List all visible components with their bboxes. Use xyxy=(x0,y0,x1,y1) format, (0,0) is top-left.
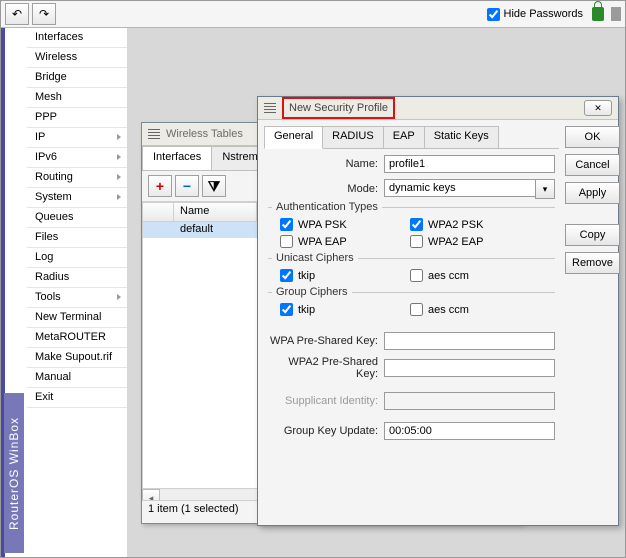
unicast-aes-checkbox[interactable]: aes ccm xyxy=(410,269,530,282)
dialog-content: General RADIUS EAP Static Keys Name: M xyxy=(264,126,559,520)
app-body: RouterOS WinBox InterfacesWirelessBridge… xyxy=(1,28,625,558)
menu-item-ipv6[interactable]: IPv6 xyxy=(27,148,127,168)
menu-item-radius[interactable]: Radius xyxy=(27,268,127,288)
auth-types-title: Authentication Types xyxy=(272,201,382,213)
col-name[interactable]: Name xyxy=(174,203,257,221)
tab-general[interactable]: General xyxy=(264,126,323,149)
tab-eap[interactable]: EAP xyxy=(383,126,425,148)
wpa-key-input[interactable] xyxy=(384,332,555,350)
status-box-icon xyxy=(611,7,621,21)
tab-interfaces[interactable]: Interfaces xyxy=(142,146,212,170)
group-title: Group Ciphers xyxy=(272,286,352,298)
dialog-button-column: OK Cancel Apply Copy Remove xyxy=(565,126,620,520)
security-profile-dialog: New Security Profile ✕ General RADIUS EA… xyxy=(257,96,619,526)
menu-item-metarouter[interactable]: MetaROUTER xyxy=(27,328,127,348)
mode-dropdown-button[interactable]: ▾ xyxy=(535,179,555,199)
wpa-eap-checkbox[interactable]: WPA EAP xyxy=(280,235,400,248)
apply-button[interactable]: Apply xyxy=(565,182,620,204)
dialog-title-highlight: New Security Profile xyxy=(282,97,395,119)
wpa-psk-checkbox[interactable]: WPA PSK xyxy=(280,218,400,231)
add-button[interactable]: + xyxy=(148,175,172,197)
mode-input[interactable] xyxy=(384,179,535,197)
hide-passwords-input[interactable] xyxy=(487,8,500,21)
menu-item-tools[interactable]: Tools xyxy=(27,288,127,308)
cancel-button[interactable]: Cancel xyxy=(565,154,620,176)
unicast-title: Unicast Ciphers xyxy=(272,252,358,264)
auth-types-group: Authentication Types WPA PSK WPA2 PSK WP… xyxy=(268,207,555,250)
name-input[interactable] xyxy=(384,155,555,173)
menu-item-interfaces[interactable]: Interfaces xyxy=(27,28,127,48)
window-icon xyxy=(148,129,160,139)
window-icon xyxy=(264,103,276,113)
dialog-titlebar[interactable]: New Security Profile ✕ xyxy=(258,97,618,120)
wpa2-psk-checkbox[interactable]: WPA2 PSK xyxy=(410,218,530,231)
tab-radius[interactable]: RADIUS xyxy=(322,126,384,148)
app-title-vertical: RouterOS WinBox xyxy=(4,393,24,553)
hide-passwords-checkbox[interactable]: Hide Passwords xyxy=(487,8,583,21)
menu-item-routing[interactable]: Routing xyxy=(27,168,127,188)
menu-item-mesh[interactable]: Mesh xyxy=(27,88,127,108)
cell-name: default xyxy=(174,222,257,238)
unicast-tkip-checkbox[interactable]: tkip xyxy=(280,269,400,282)
filter-button[interactable]: ⧩ xyxy=(202,175,226,197)
group-ciphers-group: Group Ciphers tkip aes ccm xyxy=(268,292,555,318)
wireless-title: Wireless Tables xyxy=(166,128,243,140)
remove-button[interactable]: − xyxy=(175,175,199,197)
gku-label: Group Key Update: xyxy=(268,425,378,437)
menu-item-system[interactable]: System xyxy=(27,188,127,208)
remove-button[interactable]: Remove xyxy=(565,252,620,274)
supplicant-input xyxy=(384,392,555,410)
close-button[interactable]: ✕ xyxy=(584,100,612,116)
ok-button[interactable]: OK xyxy=(565,126,620,148)
hide-passwords-label: Hide Passwords xyxy=(504,8,583,20)
cell-blank xyxy=(143,222,174,238)
menu-item-bridge[interactable]: Bridge xyxy=(27,68,127,88)
supplicant-label: Supplicant Identity: xyxy=(268,395,378,407)
dialog-tabs: General RADIUS EAP Static Keys xyxy=(264,126,559,149)
mdi-area: Wireless Tables Interfaces Nstreme Dual … xyxy=(127,28,625,558)
menu-item-exit[interactable]: Exit xyxy=(27,388,127,408)
menu-item-log[interactable]: Log xyxy=(27,248,127,268)
main-menu: InterfacesWirelessBridgeMeshPPPIPIPv6Rou… xyxy=(27,28,128,408)
menu-item-ip[interactable]: IP xyxy=(27,128,127,148)
wpa2-key-label: WPA2 Pre-Shared Key: xyxy=(268,356,378,380)
undo-button[interactable]: ↶ xyxy=(5,3,29,25)
menu-item-make-supout-rif[interactable]: Make Supout.rif xyxy=(27,348,127,368)
mode-label: Mode: xyxy=(268,183,378,195)
general-pane: Name: Mode: ▾ Authe xyxy=(264,149,559,452)
menu-item-queues[interactable]: Queues xyxy=(27,208,127,228)
redo-button[interactable]: ↷ xyxy=(32,3,56,25)
unicast-ciphers-group: Unicast Ciphers tkip aes ccm xyxy=(268,258,555,284)
col-blank[interactable] xyxy=(143,203,174,221)
copy-button[interactable]: Copy xyxy=(565,224,620,246)
menu-item-new-terminal[interactable]: New Terminal xyxy=(27,308,127,328)
dialog-title: New Security Profile xyxy=(289,102,388,114)
wpa2-eap-checkbox[interactable]: WPA2 EAP xyxy=(410,235,530,248)
app-frame: ↶ ↷ Hide Passwords RouterOS WinBox Inter… xyxy=(0,0,626,558)
group-tkip-checkbox[interactable]: tkip xyxy=(280,303,400,316)
tab-static-keys[interactable]: Static Keys xyxy=(424,126,499,148)
menu-item-wireless[interactable]: Wireless xyxy=(27,48,127,68)
group-aes-checkbox[interactable]: aes ccm xyxy=(410,303,530,316)
menu-item-files[interactable]: Files xyxy=(27,228,127,248)
name-label: Name: xyxy=(268,158,378,170)
wpa-key-label: WPA Pre-Shared Key: xyxy=(268,335,378,347)
funnel-icon: ⧩ xyxy=(208,178,221,195)
menu-item-ppp[interactable]: PPP xyxy=(27,108,127,128)
chevron-down-icon: ▾ xyxy=(543,184,548,195)
top-toolbar: ↶ ↷ Hide Passwords xyxy=(1,1,625,28)
wpa2-key-input[interactable] xyxy=(384,359,555,377)
lock-icon xyxy=(592,7,604,21)
menu-item-manual[interactable]: Manual xyxy=(27,368,127,388)
gku-input[interactable] xyxy=(384,422,555,440)
